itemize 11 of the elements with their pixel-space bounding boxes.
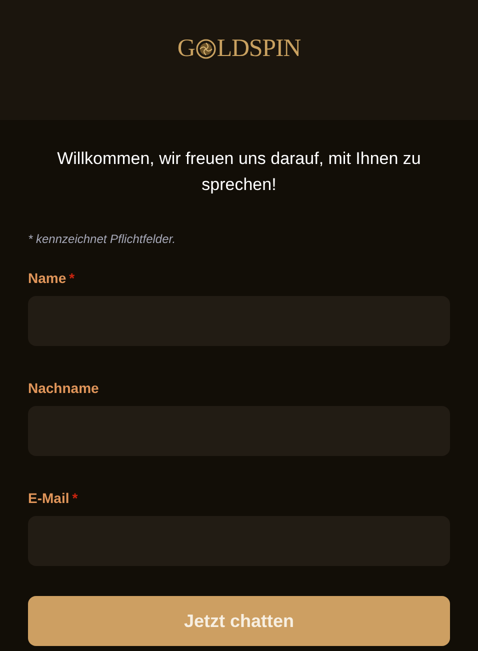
required-note: * kennzeichnet Pflichtfelder. — [28, 231, 177, 248]
required-asterisk: * — [69, 268, 75, 288]
required-asterisk: * — [72, 488, 78, 508]
spiral-logo-icon — [196, 39, 216, 59]
start-chat-button[interactable]: Jetzt chatten — [28, 596, 450, 646]
field-label: E-Mail — [28, 488, 70, 508]
field-label: Name — [28, 268, 66, 288]
logo-text: G — [177, 34, 195, 64]
logo-text: LDSPIN — [216, 34, 301, 64]
welcome-message: Willkommen, wir freuen uns darauf, mit Ihnen zu sprechen! — [56, 148, 422, 196]
field-label: Nachname — [28, 378, 99, 398]
